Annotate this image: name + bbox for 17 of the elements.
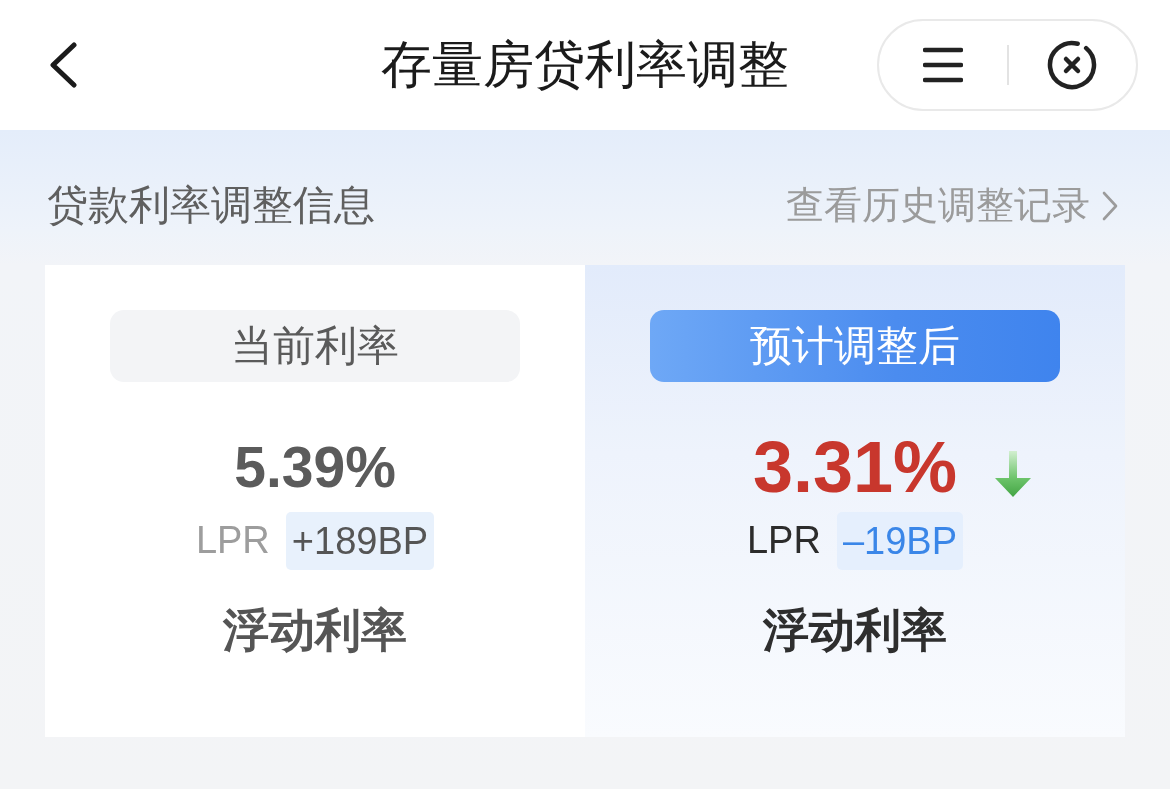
panel-label: 当前利率 — [110, 310, 520, 382]
base-rate-label: LPR — [195, 518, 270, 564]
spread-value: –19BP — [836, 512, 963, 570]
close-icon — [1046, 39, 1099, 91]
rate-type-label: 浮动利率 — [223, 605, 407, 655]
section-title: 贷款利率调整信息 — [47, 180, 375, 230]
rate-value: 3.31% — [752, 431, 958, 503]
chevron-left-icon — [48, 42, 78, 88]
rate-value: 5.39% — [234, 438, 396, 496]
history-link[interactable]: 查看历史调整记录 — [786, 182, 1118, 229]
base-rate-label: LPR — [747, 518, 821, 564]
menu-icon — [922, 47, 963, 83]
spread-value: +189BP — [285, 512, 435, 570]
page-title: 存量房贷利率调整 — [381, 35, 789, 96]
chevron-right-icon — [1102, 190, 1118, 221]
rate-type-label: 浮动利率 — [763, 605, 947, 655]
panel-label: 预计调整后 — [650, 310, 1060, 382]
